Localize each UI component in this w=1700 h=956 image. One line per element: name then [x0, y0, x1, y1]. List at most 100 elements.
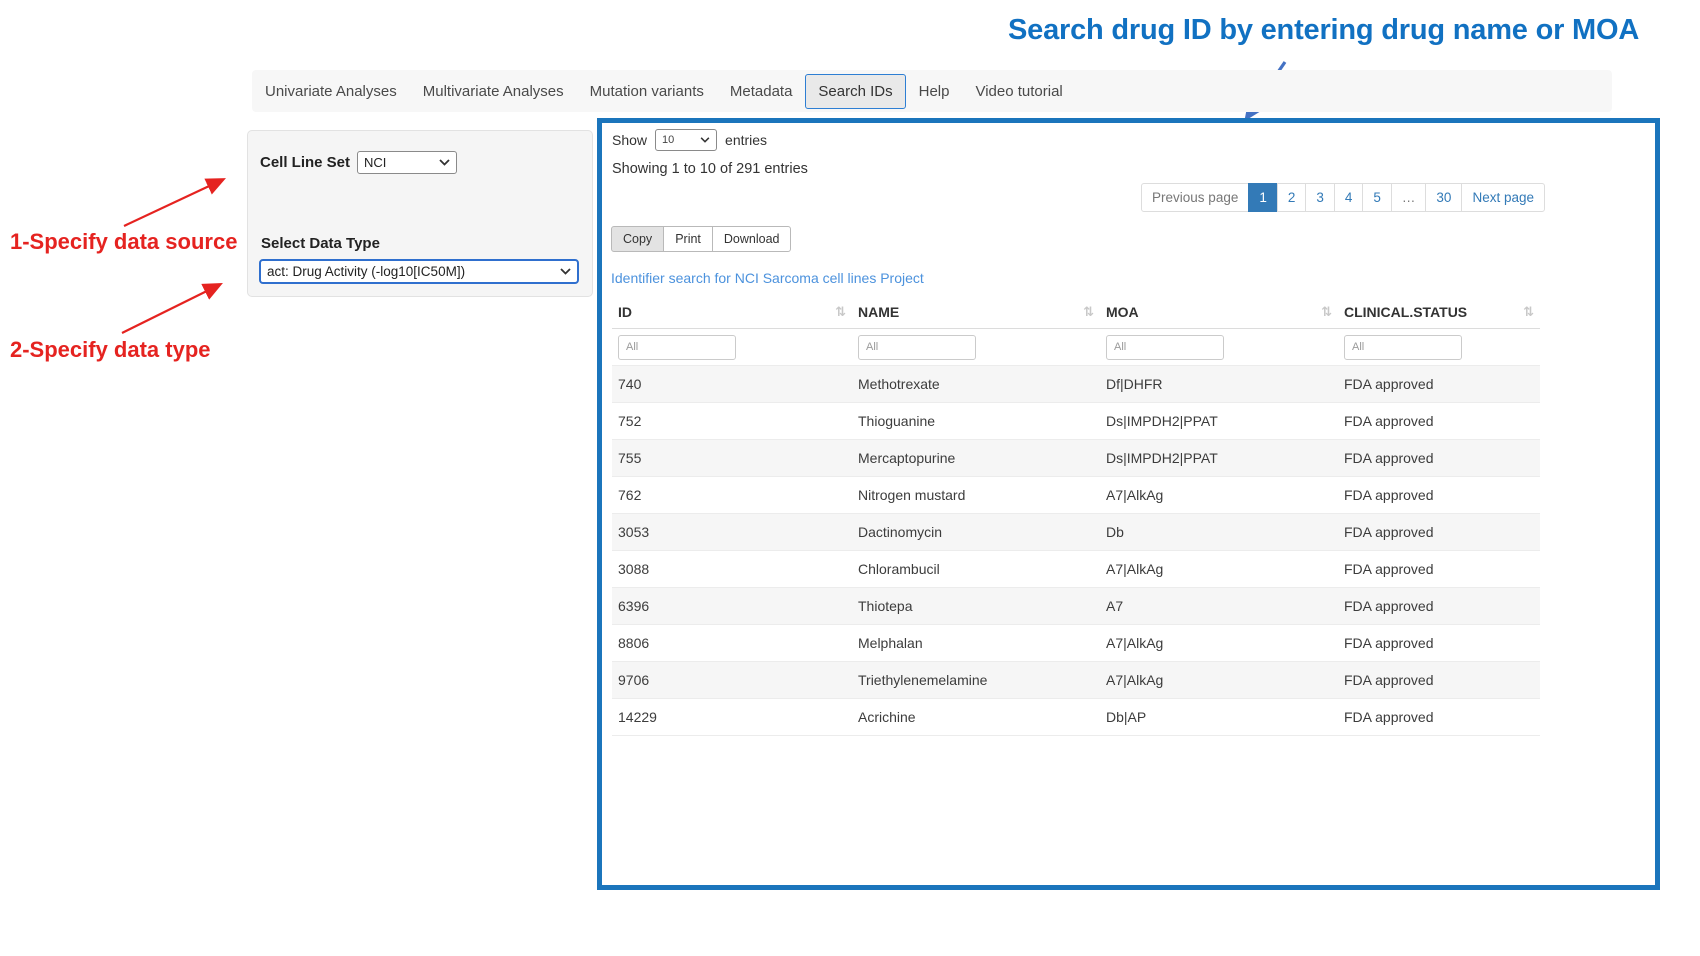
column-header-name-label: NAME [858, 304, 899, 320]
tab-help[interactable]: Help [906, 74, 963, 109]
page-button-2[interactable]: 2 [1277, 183, 1307, 212]
cell-status: FDA approved [1338, 625, 1540, 662]
table-row[interactable]: 3053 Dactinomycin Db FDA approved [612, 514, 1540, 551]
table-row[interactable]: 6396 Thiotepa A7 FDA approved [612, 588, 1540, 625]
cell-id: 14229 [612, 699, 852, 736]
table-row[interactable]: 9706 Triethylenemelamine A7|AlkAg FDA ap… [612, 662, 1540, 699]
cell-status: FDA approved [1338, 588, 1540, 625]
cell-line-set-value: NCI [364, 155, 386, 170]
tab-multivariate-analyses[interactable]: Multivariate Analyses [410, 74, 577, 109]
table-row[interactable]: 762 Nitrogen mustard A7|AlkAg FDA approv… [612, 477, 1540, 514]
annotation-step2: 2-Specify data type [10, 337, 211, 363]
sort-icon[interactable]: ⇅ [835, 305, 846, 320]
table-row[interactable]: 3088 Chlorambucil A7|AlkAg FDA approved [612, 551, 1540, 588]
red-arrow-2-icon [122, 285, 219, 333]
table-row[interactable]: 740 Methotrexate Df|DHFR FDA approved [612, 366, 1540, 403]
cell-id: 740 [612, 366, 852, 403]
column-header-clinical-status-label: CLINICAL.STATUS [1344, 304, 1467, 320]
cell-moa: A7|AlkAg [1100, 477, 1338, 514]
cell-name: Acrichine [852, 699, 1100, 736]
cell-moa: A7|AlkAg [1100, 551, 1338, 588]
cell-line-set-label: Cell Line Set [260, 154, 350, 171]
cell-status: FDA approved [1338, 440, 1540, 477]
tab-search-ids[interactable]: Search IDs [805, 74, 905, 109]
chevron-down-icon [560, 268, 571, 275]
red-arrow-1-icon [124, 180, 222, 226]
sort-icon[interactable]: ⇅ [1523, 305, 1534, 320]
data-type-select[interactable]: act: Drug Activity (-log10[IC50M]) [259, 259, 579, 284]
filter-input-moa[interactable] [1106, 335, 1224, 360]
cell-id: 8806 [612, 625, 852, 662]
cell-id: 3053 [612, 514, 852, 551]
table-header-row: ID ⇅ NAME ⇅ MOA ⇅ CLINICAL.STATUS ⇅ [612, 295, 1540, 329]
page-button-3[interactable]: 3 [1305, 183, 1335, 212]
filter-input-clinical-status[interactable] [1344, 335, 1462, 360]
cell-moa: A7 [1100, 588, 1338, 625]
column-header-clinical-status[interactable]: CLINICAL.STATUS ⇅ [1338, 295, 1540, 329]
show-label: Show [612, 132, 647, 148]
tab-video-tutorial[interactable]: Video tutorial [962, 74, 1075, 109]
column-header-name[interactable]: NAME ⇅ [852, 295, 1100, 329]
column-header-moa[interactable]: MOA ⇅ [1100, 295, 1338, 329]
page-button-5[interactable]: 5 [1362, 183, 1392, 212]
cell-status: FDA approved [1338, 699, 1540, 736]
pagination: Previous page 1 2 3 4 5 … 30 Next page [1141, 183, 1545, 212]
column-header-moa-label: MOA [1106, 304, 1139, 320]
cell-name: Chlorambucil [852, 551, 1100, 588]
cell-id: 752 [612, 403, 852, 440]
table-row[interactable]: 755 Mercaptopurine Ds|IMPDH2|PPAT FDA ap… [612, 440, 1540, 477]
table-filter-row [612, 329, 1540, 366]
page-length-row: Show 10 entries [612, 129, 767, 151]
cell-id: 6396 [612, 588, 852, 625]
cell-name: Thiotepa [852, 588, 1100, 625]
cell-status: FDA approved [1338, 662, 1540, 699]
next-page-button[interactable]: Next page [1461, 183, 1545, 212]
filter-input-name[interactable] [858, 335, 976, 360]
print-button[interactable]: Print [663, 226, 713, 252]
cell-line-set-row: Cell Line Set NCI [260, 151, 457, 174]
download-button[interactable]: Download [712, 226, 792, 252]
table-row[interactable]: 14229 Acrichine Db|AP FDA approved [612, 699, 1540, 736]
copy-button[interactable]: Copy [611, 226, 664, 252]
sidebar-panel: Cell Line Set NCI Select Data Type act: … [247, 130, 593, 297]
column-header-id[interactable]: ID ⇅ [612, 295, 852, 329]
tab-mutation-variants[interactable]: Mutation variants [577, 74, 717, 109]
table-row[interactable]: 752 Thioguanine Ds|IMPDH2|PPAT FDA appro… [612, 403, 1540, 440]
cell-status: FDA approved [1338, 403, 1540, 440]
previous-page-button[interactable]: Previous page [1141, 183, 1249, 212]
cell-moa: Db [1100, 514, 1338, 551]
cell-name: Thioguanine [852, 403, 1100, 440]
cell-moa: Df|DHFR [1100, 366, 1338, 403]
cell-moa: Ds|IMPDH2|PPAT [1100, 403, 1338, 440]
identifier-search-link[interactable]: Identifier search for NCI Sarcoma cell l… [611, 270, 924, 286]
sort-icon[interactable]: ⇅ [1083, 305, 1094, 320]
page-ellipsis: … [1391, 183, 1427, 212]
data-type-value: act: Drug Activity (-log10[IC50M]) [267, 264, 465, 279]
cell-name: Triethylenemelamine [852, 662, 1100, 699]
tab-univariate-analyses[interactable]: Univariate Analyses [252, 74, 410, 109]
cell-status: FDA approved [1338, 551, 1540, 588]
annotation-step1: 1-Specify data source [10, 229, 237, 255]
page-button-30[interactable]: 30 [1425, 183, 1462, 212]
cell-name: Dactinomycin [852, 514, 1100, 551]
screenshot-root: Search drug ID by entering drug name or … [0, 0, 1700, 956]
page-button-4[interactable]: 4 [1334, 183, 1364, 212]
page-length-select[interactable]: 10 [655, 129, 717, 151]
cell-moa: A7|AlkAg [1100, 662, 1338, 699]
cell-moa: Ds|IMPDH2|PPAT [1100, 440, 1338, 477]
tab-metadata[interactable]: Metadata [717, 74, 806, 109]
chevron-down-icon [439, 159, 450, 166]
table-info: Showing 1 to 10 of 291 entries [612, 161, 808, 177]
cell-id: 9706 [612, 662, 852, 699]
sort-icon[interactable]: ⇅ [1321, 305, 1332, 320]
filter-input-id[interactable] [618, 335, 736, 360]
table-row[interactable]: 8806 Melphalan A7|AlkAg FDA approved [612, 625, 1540, 662]
results-table: ID ⇅ NAME ⇅ MOA ⇅ CLINICAL.STATUS ⇅ [612, 295, 1540, 736]
data-type-label: Select Data Type [261, 235, 380, 252]
page-button-1[interactable]: 1 [1248, 183, 1278, 212]
cell-line-set-select[interactable]: NCI [357, 151, 457, 174]
annotation-title: Search drug ID by entering drug name or … [1008, 14, 1698, 47]
export-buttons: Copy Print Download [611, 226, 791, 252]
cell-name: Mercaptopurine [852, 440, 1100, 477]
cell-id: 3088 [612, 551, 852, 588]
